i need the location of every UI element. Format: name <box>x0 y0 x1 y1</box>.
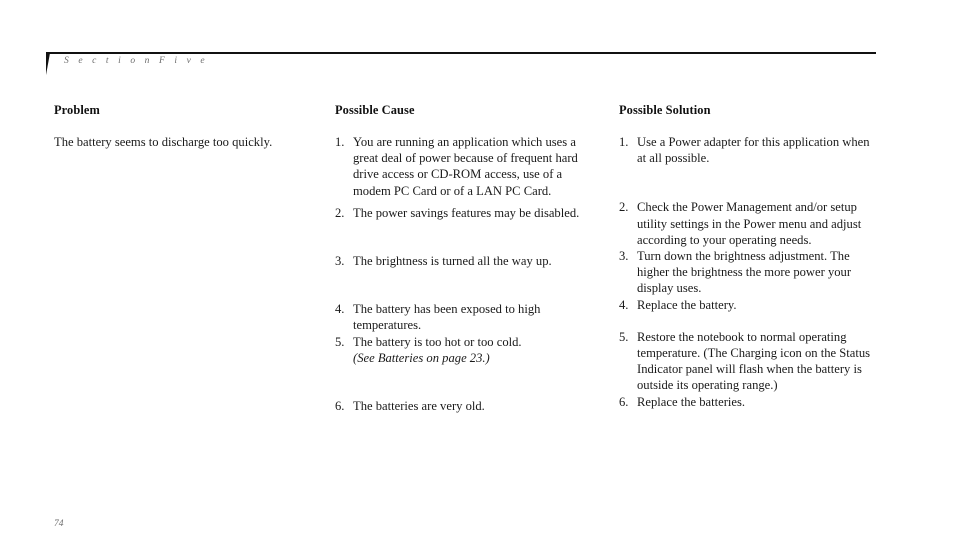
list-item-text: Check the Power Management and/or setup … <box>637 200 862 247</box>
list-item-number: 2. <box>619 200 629 215</box>
list-item-number: 5. <box>335 334 345 349</box>
list-item-text: The power savings features may be disabl… <box>353 205 580 220</box>
column-heading-possible-cause: Possible Cause <box>335 103 415 117</box>
section-label: S e c t i o n F i v e <box>64 56 209 66</box>
list-item-text: The brightness is turned all the way up. <box>353 254 552 269</box>
list-item: 6. The batteries are very old. <box>335 398 603 414</box>
list-item-text: Replace the batteries. <box>637 394 746 409</box>
list-item: 3. Turn down the brightness adjustment. T… <box>619 248 874 297</box>
list-item-text: The battery has been exposed to high tem… <box>353 302 541 333</box>
list-item: 2. Check the Power Management and/or setu… <box>619 199 874 248</box>
list-item-number: 6. <box>619 394 629 409</box>
column-possible-solution: Possible Solution 1. Use a Power adapter … <box>619 103 874 410</box>
list-item: 4. The battery has been exposed to high t… <box>335 301 603 333</box>
list-item-text: Replace the battery. <box>637 297 737 312</box>
column-possible-cause: Possible Cause 1. You are running an appl… <box>335 103 603 414</box>
list-item-text: Turn down the brightness adjustment. The… <box>637 249 852 296</box>
list-item: 1. Use a Power adapter for this applicati… <box>619 134 874 166</box>
column-problem: Problem The battery seems to discharge t… <box>54 103 326 150</box>
list-item: 2. The power savings features may be disa… <box>335 205 603 221</box>
possible-solution-list: 1. Use a Power adapter for this applicati… <box>619 134 874 410</box>
list-item-text: The batteries are very old. <box>353 399 485 414</box>
list-item-number: 1. <box>619 135 629 149</box>
list-item-number: 3. <box>335 254 345 269</box>
wedge-marker-icon <box>46 53 54 75</box>
list-item-text: You are running an application which use… <box>353 135 578 198</box>
column-heading-problem: Problem <box>54 103 100 117</box>
cross-reference[interactable]: (See Batteries on page 23.) <box>353 350 603 366</box>
list-item-number: 2. <box>335 205 345 220</box>
list-item: 6. Replace the batteries. <box>619 394 874 410</box>
list-item-number: 1. <box>335 135 345 149</box>
list-item-number: 5. <box>619 329 629 344</box>
list-item-text: Restore the notebook to normal operating… <box>637 329 871 393</box>
list-item-number: 6. <box>335 399 345 414</box>
column-heading-possible-solution: Possible Solution <box>619 103 711 117</box>
problem-description: The battery seems to discharge too quick… <box>54 135 273 149</box>
list-item: 4. Replace the battery. <box>619 297 874 313</box>
page-number: 74 <box>54 519 64 529</box>
list-item: 3. The brightness is turned all the way u… <box>335 253 603 269</box>
list-item-text: The battery is too hot or too cold. <box>353 334 522 349</box>
list-item-number: 3. <box>619 249 629 264</box>
possible-cause-list: 1. You are running an application which u… <box>335 134 603 414</box>
list-item: 5. The battery is too hot or too cold. (Se… <box>335 334 603 366</box>
document-page: S e c t i o n F i v e Problem The batter… <box>0 0 954 557</box>
header-rule <box>46 52 876 54</box>
list-item: 5. Restore the notebook to normal operati… <box>619 329 874 394</box>
list-item: 1. You are running an application which u… <box>335 134 603 199</box>
list-item-number: 4. <box>335 302 345 317</box>
list-item-text: Use a Power adapter for this application… <box>637 135 870 166</box>
list-item-number: 4. <box>619 297 629 312</box>
